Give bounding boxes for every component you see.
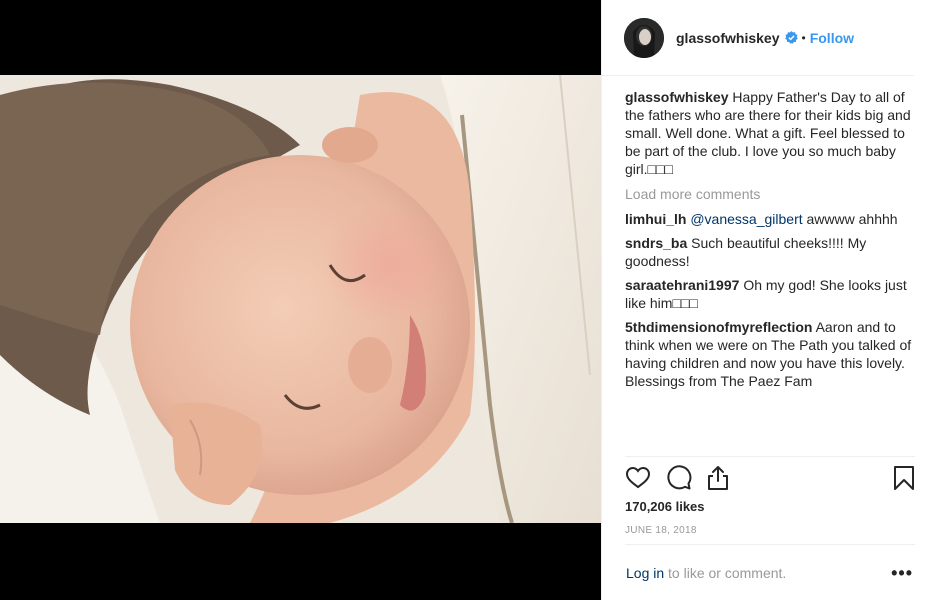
username-link[interactable]: glassofwhiskey bbox=[676, 30, 780, 46]
login-link[interactable]: Log in bbox=[626, 565, 664, 581]
avatar[interactable] bbox=[624, 17, 664, 58]
comment-item: limhui_lh @vanessa_gilbert awwww ahhhh bbox=[625, 210, 917, 228]
bookmark-icon[interactable] bbox=[891, 465, 917, 491]
more-options-icon[interactable]: ••• bbox=[891, 563, 913, 584]
comment-text: awwww ahhhh bbox=[802, 211, 898, 227]
post-header: glassofwhiskey • Follow bbox=[602, 0, 914, 76]
comment-username[interactable]: sndrs_ba bbox=[625, 235, 687, 251]
post-media bbox=[0, 0, 601, 600]
heart-icon[interactable] bbox=[625, 465, 651, 491]
comments-section: glassofwhiskey Happy Father's Day to all… bbox=[625, 88, 917, 396]
login-prompt-text: to like or comment. bbox=[664, 565, 787, 581]
follow-button[interactable]: Follow bbox=[810, 30, 854, 46]
share-icon[interactable] bbox=[705, 465, 731, 491]
action-bar bbox=[625, 456, 915, 499]
comment-username[interactable]: limhui_lh bbox=[625, 211, 686, 227]
comment-item: saraatehrani1997 Oh my god! She looks ju… bbox=[625, 276, 917, 312]
login-footer: Log in to like or comment. ••• bbox=[625, 544, 915, 601]
comment-item: 5thdimensionofmyreflection Aaron and to … bbox=[625, 318, 917, 390]
post-date[interactable]: JUNE 18, 2018 bbox=[625, 525, 697, 536]
baby-photo bbox=[0, 75, 601, 523]
caption-username[interactable]: glassofwhiskey bbox=[625, 89, 729, 105]
post-photo[interactable] bbox=[0, 75, 601, 523]
post-sidebar: glassofwhiskey • Follow glassofwhiskey H… bbox=[601, 0, 937, 600]
comment-item: sndrs_ba Such beautiful cheeks!!!! My go… bbox=[625, 234, 917, 270]
post-caption: glassofwhiskey Happy Father's Day to all… bbox=[625, 88, 917, 178]
verified-badge-icon bbox=[784, 31, 798, 44]
comment-icon[interactable] bbox=[666, 465, 692, 491]
avatar-image bbox=[624, 17, 664, 58]
login-prompt: Log in to like or comment. bbox=[626, 565, 786, 581]
load-more-comments-button[interactable]: Load more comments bbox=[625, 185, 917, 203]
separator-dot: • bbox=[801, 30, 806, 45]
comment-username[interactable]: saraatehrani1997 bbox=[625, 277, 739, 293]
likes-count[interactable]: 170,206 likes bbox=[625, 499, 705, 514]
comment-mention[interactable]: @vanessa_gilbert bbox=[690, 211, 802, 227]
comment-username[interactable]: 5thdimensionofmyreflection bbox=[625, 319, 812, 335]
